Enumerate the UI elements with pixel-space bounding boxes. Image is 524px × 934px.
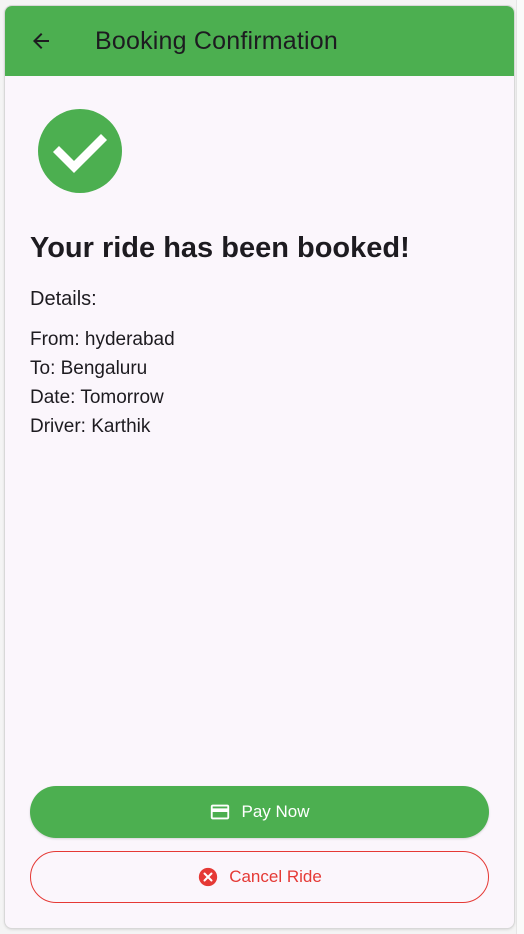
detail-date: Date: Tomorrow — [30, 387, 164, 408]
check-circle-icon — [38, 109, 122, 193]
cancel-ride-label: Cancel Ride — [229, 867, 322, 886]
back-button[interactable] — [23, 23, 59, 59]
confirmation-headline: Your ride has been booked! — [30, 232, 410, 264]
arrow-back-icon — [29, 29, 53, 53]
screen-background: Booking Confirmation Your ride has been … — [0, 0, 524, 934]
details-label: Details: — [30, 288, 97, 310]
detail-to: To: Bengaluru — [30, 358, 148, 379]
detail-driver: Driver: Karthik — [30, 416, 151, 437]
cancel-ride-button[interactable]: Cancel Ride — [30, 851, 489, 903]
app-screen: Booking Confirmation Your ride has been … — [5, 6, 514, 928]
detail-from: From: hyderabad — [30, 329, 175, 350]
credit-card-icon — [209, 801, 231, 823]
app-bar: Booking Confirmation — [5, 6, 514, 76]
window-edge — [516, 0, 524, 934]
cancel-icon — [197, 866, 219, 888]
page-title: Booking Confirmation — [95, 27, 339, 55]
pay-now-label: Pay Now — [241, 802, 310, 821]
pay-now-button[interactable]: Pay Now — [30, 786, 489, 838]
